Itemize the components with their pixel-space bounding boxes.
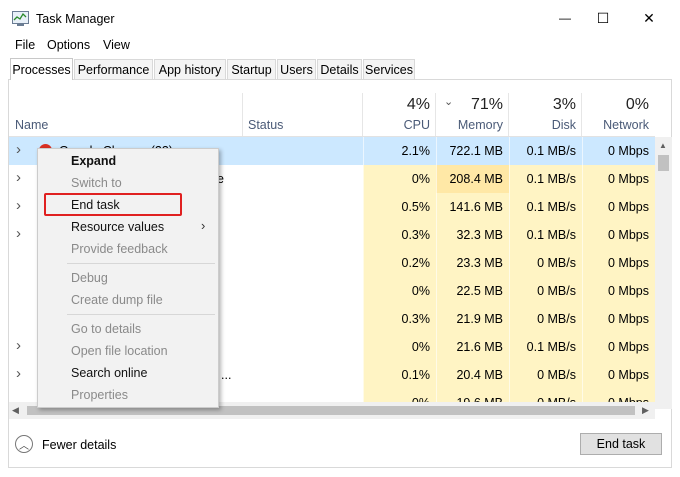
column-header-disk[interactable]: Disk xyxy=(508,118,576,132)
network-cell: 0 Mbps xyxy=(582,193,655,221)
tab-details[interactable]: Details xyxy=(317,59,362,79)
menu-view[interactable]: View xyxy=(103,38,130,52)
cpu-cell: 0% xyxy=(363,165,436,193)
memory-cell: 722.1 MB xyxy=(436,137,509,165)
memory-cell: 21.9 MB xyxy=(436,305,509,333)
tab-performance[interactable]: Performance xyxy=(74,59,153,79)
fewer-details-chevron-up-icon[interactable]: ︿ xyxy=(15,435,33,453)
cpu-cell: 0% xyxy=(363,277,436,305)
fewer-details-link[interactable]: Fewer details xyxy=(42,438,116,452)
disk-cell: 0 MB/s xyxy=(509,249,582,277)
minimize-icon: — xyxy=(559,11,571,25)
scroll-left-arrow-icon[interactable]: ◀ xyxy=(12,405,19,416)
network-cell: 0 Mbps xyxy=(582,305,655,333)
maximize-icon: ☐ xyxy=(596,9,610,26)
cpu-cell: 0.3% xyxy=(363,221,436,249)
tab-startup[interactable]: Startup xyxy=(227,59,276,79)
disk-total: 3% xyxy=(552,96,576,113)
network-cell: 0 Mbps xyxy=(582,137,655,165)
network-cell: 0 Mbps xyxy=(582,389,655,402)
cpu-total: 4% xyxy=(406,96,430,113)
network-cell: 0 Mbps xyxy=(582,221,655,249)
tab-processes[interactable]: Processes xyxy=(10,58,73,80)
tab-users[interactable]: Users xyxy=(277,59,316,79)
menu-provide-feedback: Provide feedback xyxy=(71,242,168,256)
memory-cell: 23.3 MB xyxy=(436,249,509,277)
memory-cell: 208.4 MB xyxy=(436,165,509,193)
network-cell: 0 Mbps xyxy=(582,249,655,277)
menu-create-dump-file: Create dump file xyxy=(71,293,163,307)
maximize-button[interactable]: ☐ xyxy=(580,0,626,36)
vertical-scrollbar[interactable]: ▲ xyxy=(655,137,672,409)
memory-cell: 32.3 MB xyxy=(436,221,509,249)
disk-cell: 0 MB/s xyxy=(509,305,582,333)
scroll-up-arrow-icon[interactable]: ▲ xyxy=(659,141,667,150)
cpu-cell: 0% xyxy=(363,389,436,402)
window-title: Task Manager xyxy=(36,12,115,26)
cpu-cell: 2.1% xyxy=(363,137,436,165)
cpu-cell: 0.2% xyxy=(363,249,436,277)
network-cell: 0 Mbps xyxy=(582,361,655,389)
memory-total: 71% xyxy=(470,96,503,113)
menu-properties: Properties xyxy=(71,388,128,402)
scroll-right-arrow-icon[interactable]: ▶ xyxy=(642,405,649,416)
disk-cell: 0.1 MB/s xyxy=(509,137,582,165)
close-icon: ✕ xyxy=(643,9,655,26)
menu-switch-to: Switch to xyxy=(71,176,122,190)
tab-services[interactable]: Services xyxy=(363,59,415,79)
menu-go-to-details: Go to details xyxy=(71,322,142,336)
network-total: 0% xyxy=(625,96,649,113)
network-cell: 0 Mbps xyxy=(582,333,655,361)
memory-cell: 19.6 MB xyxy=(436,389,509,402)
disk-cell: 0.1 MB/s xyxy=(509,165,582,193)
network-cell: 0 Mbps xyxy=(582,277,655,305)
disk-cell: 0.1 MB/s xyxy=(509,193,582,221)
cpu-cell: 0.1% xyxy=(363,361,436,389)
expand-chevron-icon[interactable]: › xyxy=(16,226,21,241)
disk-cell: 0.1 MB/s xyxy=(509,333,582,361)
memory-cell: 22.5 MB xyxy=(436,277,509,305)
expand-chevron-icon[interactable]: › xyxy=(16,142,21,157)
menu-file[interactable]: File xyxy=(15,38,35,52)
cpu-cell: 0.5% xyxy=(363,193,436,221)
expand-chevron-icon[interactable]: › xyxy=(16,366,21,381)
column-header-network[interactable]: Network xyxy=(581,118,649,132)
menu-separator xyxy=(67,263,215,264)
menu-options[interactable]: Options xyxy=(47,38,90,52)
expand-chevron-icon[interactable]: › xyxy=(16,170,21,185)
close-button[interactable]: ✕ xyxy=(626,0,672,36)
tab-app-history[interactable]: App history xyxy=(154,59,226,79)
menu-expand[interactable]: Expand xyxy=(71,154,116,168)
memory-cell: 21.6 MB xyxy=(436,333,509,361)
column-header-name[interactable]: Name xyxy=(15,118,48,132)
end-task-button[interactable]: End task xyxy=(580,433,662,455)
disk-cell: 0.1 MB/s xyxy=(509,221,582,249)
expand-chevron-icon[interactable]: › xyxy=(16,338,21,353)
submenu-chevron-right-icon: › xyxy=(201,218,206,233)
disk-cell: 0 MB/s xyxy=(509,277,582,305)
menu-separator xyxy=(67,314,215,315)
vertical-scroll-thumb[interactable] xyxy=(658,155,669,171)
menu-search-online[interactable]: Search online xyxy=(71,366,147,380)
column-header-status[interactable]: Status xyxy=(248,118,283,132)
network-cell: 0 Mbps xyxy=(582,165,655,193)
expand-chevron-icon[interactable]: › xyxy=(16,198,21,213)
menu-open-file-location: Open file location xyxy=(71,344,168,358)
menu-debug: Debug xyxy=(71,271,108,285)
end-task-highlight xyxy=(44,193,182,216)
column-header-memory[interactable]: Memory xyxy=(435,118,503,132)
cpu-cell: 0% xyxy=(363,333,436,361)
disk-cell: 0 MB/s xyxy=(509,389,582,402)
memory-cell: 141.6 MB xyxy=(436,193,509,221)
task-manager-icon xyxy=(12,11,29,26)
process-name: ... xyxy=(221,368,232,382)
column-header-cpu[interactable]: CPU xyxy=(362,118,430,132)
memory-cell: 20.4 MB xyxy=(436,361,509,389)
disk-cell: 0 MB/s xyxy=(509,361,582,389)
column-separator xyxy=(242,93,243,137)
menu-resource-values[interactable]: Resource values xyxy=(71,220,164,234)
cpu-cell: 0.3% xyxy=(363,305,436,333)
